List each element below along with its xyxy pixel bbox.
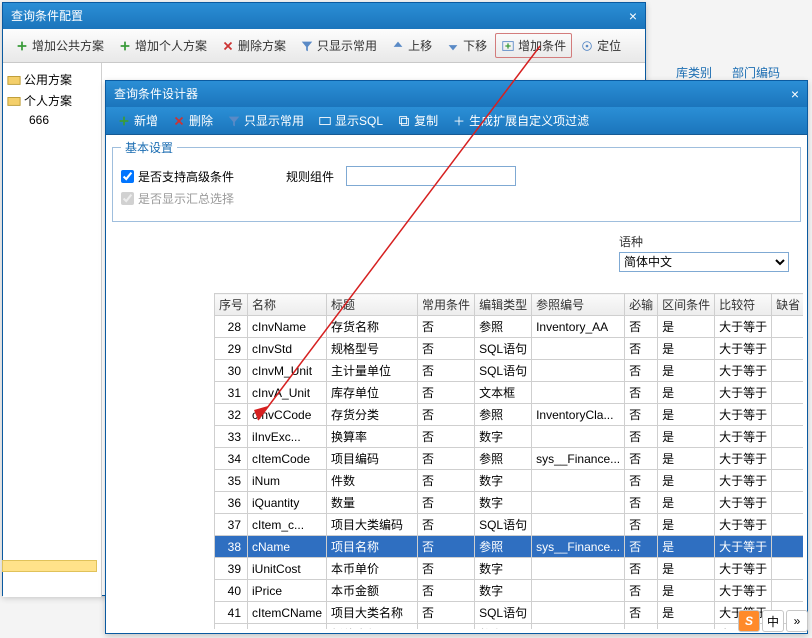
gen-filter-button[interactable]: 生成扩展自定义项过滤	[447, 110, 594, 131]
outer-titlebar: 查询条件配置 ×	[3, 3, 645, 29]
ime-more-icon[interactable]: »	[786, 610, 808, 632]
ime-zh-icon[interactable]: 中	[762, 610, 784, 632]
ime-s-icon[interactable]: S	[738, 610, 760, 632]
col-header[interactable]: 缺省	[772, 294, 803, 316]
ime-indicator[interactable]: S 中 »	[738, 610, 808, 632]
delete-button[interactable]: 删除	[167, 110, 218, 131]
table-row[interactable]: 30cInvM_Unit主计量单位否SQL语句否是大于等于	[215, 360, 804, 382]
yellow-strip	[2, 560, 97, 572]
inner-title: 查询条件设计器	[114, 81, 198, 107]
tree-child-666[interactable]: 666	[29, 111, 97, 129]
table-row[interactable]: 32cInvCCode存货分类否参照InventoryCla...否是大于等于	[215, 404, 804, 426]
show-common-button[interactable]: 只显示常用	[222, 110, 309, 131]
delete-plan-button[interactable]: 删除方案	[215, 33, 292, 58]
locate-button[interactable]: 定位	[574, 33, 627, 58]
data-table: 序号名称标题常用条件编辑类型参照编号必输区间条件比较符缺省28cInvName存…	[214, 293, 803, 629]
table-row[interactable]: 40iPrice本币金额否数字否是大于等于	[215, 580, 804, 602]
inner-titlebar: 查询条件设计器 ×	[106, 81, 807, 107]
folder-icon	[7, 94, 21, 108]
show-sql-button[interactable]: 显示SQL	[313, 110, 388, 131]
table-row[interactable]: 41cItemCName项目大类名称否SQL语句否是大于等于	[215, 602, 804, 624]
col-header[interactable]: 比较符	[715, 294, 772, 316]
add-public-plan-button[interactable]: 增加公共方案	[9, 33, 110, 58]
close-icon[interactable]: ×	[629, 3, 637, 29]
move-up-button[interactable]: 上移	[385, 33, 438, 58]
copy-button[interactable]: 复制	[392, 110, 443, 131]
col-header[interactable]: 参照编号	[532, 294, 625, 316]
lang-select[interactable]: 简体中文	[619, 252, 789, 272]
move-down-button[interactable]: 下移	[440, 33, 493, 58]
tree-public[interactable]: 公用方案	[7, 69, 97, 90]
rule-label: 规则组件	[286, 168, 334, 185]
rule-input[interactable]	[346, 166, 516, 186]
grid[interactable]: 序号名称标题常用条件编辑类型参照编号必输区间条件比较符缺省28cInvName存…	[214, 293, 803, 629]
outer-title: 查询条件配置	[11, 3, 83, 29]
close-icon[interactable]: ×	[791, 81, 799, 107]
col-header[interactable]: 常用条件	[418, 294, 475, 316]
table-row[interactable]: 29cInvStd规格型号否SQL语句否是大于等于	[215, 338, 804, 360]
new-button[interactable]: 新增	[112, 110, 163, 131]
table-row[interactable]: 31cInvA_Unit库存单位否文本框否是大于等于	[215, 382, 804, 404]
language-box: 语种 简体中文	[619, 233, 789, 272]
folder-icon	[7, 73, 21, 87]
col-header[interactable]: 必输	[625, 294, 658, 316]
table-row[interactable]: 34cItemCode项目编码否参照sys__Finance...否是大于等于	[215, 448, 804, 470]
add-personal-plan-button[interactable]: 增加个人方案	[112, 33, 213, 58]
col-header[interactable]: 序号	[215, 294, 248, 316]
add-condition-button[interactable]: 增加条件	[495, 33, 572, 58]
outer-toolbar: 增加公共方案增加个人方案删除方案只显示常用上移下移增加条件定位	[3, 29, 645, 63]
table-row[interactable]: 39iUnitCost本币单价否数字否是大于等于	[215, 558, 804, 580]
col-header[interactable]: 区间条件	[658, 294, 715, 316]
col-header[interactable]: 编辑类型	[475, 294, 532, 316]
table-row[interactable]: 28cInvName存货名称否参照Inventory_AA否是大于等于	[215, 316, 804, 338]
basic-settings: 基本设置 是否支持高级条件 规则组件 是否显示汇总选择	[112, 139, 801, 222]
lang-label: 语种	[619, 233, 789, 250]
cb-advanced[interactable]: 是否支持高级条件	[121, 168, 234, 185]
table-row[interactable]: 38cName项目名称否参照sys__Finance...否是大于等于	[215, 536, 804, 558]
table-row[interactable]: 36iQuantity数量否数字否是大于等于	[215, 492, 804, 514]
table-row[interactable]: 35iNum件数否数字否是大于等于	[215, 470, 804, 492]
col-header[interactable]: 标题	[327, 294, 418, 316]
cb-summary[interactable]: 是否显示汇总选择	[121, 190, 234, 207]
col-header[interactable]: 名称	[248, 294, 327, 316]
inner-toolbar: 新增删除只显示常用显示SQL复制生成扩展自定义项过滤	[106, 107, 807, 135]
fieldset-legend: 基本设置	[121, 139, 177, 156]
table-row[interactable]: 37cItem_c...项目大类编码否SQL语句否是大于等于	[215, 514, 804, 536]
table-row[interactable]: 42iAPrice暂估金额否数字否是大于等于	[215, 624, 804, 630]
table-row[interactable]: 33iInvExc...换算率否数字否是大于等于	[215, 426, 804, 448]
tree-personal[interactable]: 个人方案	[7, 90, 97, 111]
tree-panel: 公用方案 个人方案 666	[3, 63, 102, 597]
show-common-button[interactable]: 只显示常用	[294, 33, 383, 58]
